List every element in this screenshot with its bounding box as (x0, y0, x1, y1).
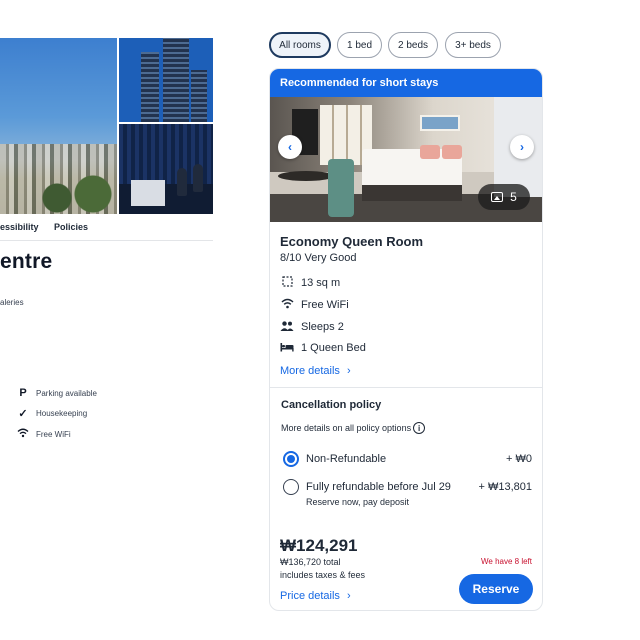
tower (191, 70, 207, 122)
feature-label: Sleeps 2 (301, 321, 344, 333)
people-icon (280, 320, 294, 334)
tower (163, 38, 189, 122)
amenity-parking: P Parking available (16, 386, 97, 400)
feature-bed: 1 Queen Bed (280, 340, 366, 356)
amenity-label: Housekeeping (36, 408, 88, 418)
filter-chip-1-bed[interactable]: 1 bed (337, 32, 382, 58)
tax-note: includes taxes & fees (280, 570, 366, 580)
room-table (278, 171, 334, 181)
amenity-label: Free WiFi (36, 429, 71, 439)
option-fully-refundable-note: Reserve now, pay deposit (306, 497, 410, 507)
floor-area-icon (280, 276, 294, 290)
feature-size: 13 sq m (280, 275, 340, 291)
photo-count: 5 (510, 190, 517, 204)
tower (141, 52, 159, 122)
person (177, 168, 187, 196)
cancellation-subtitle: More details on all policy options i (281, 422, 426, 434)
hotel-highlight-fragment: aleries (0, 298, 24, 307)
pillow (442, 145, 462, 159)
hotel-photo-towers[interactable] (119, 38, 213, 122)
housekeeping-check-icon: ✓ (18, 407, 28, 420)
hotel-photo-lobby[interactable] (119, 124, 213, 214)
hotel-photo-main[interactable] (0, 38, 117, 214)
amenity-housekeeping: ✓ Housekeeping (16, 406, 87, 420)
amenity-wifi: Free WiFi (16, 427, 71, 441)
tabs-divider (0, 240, 213, 241)
feature-label: 13 sq m (301, 277, 341, 289)
option-fully-refundable-price: + ₩13,801 (478, 481, 532, 493)
nightly-price: ₩124,291 (280, 536, 358, 555)
price-details-link[interactable]: Price details › (280, 590, 351, 602)
wifi-icon (16, 428, 30, 441)
chevron-right-icon: › (346, 365, 351, 377)
availability-badge: We have 8 left (481, 557, 532, 566)
photo-next-button[interactable]: › (510, 135, 534, 159)
photo-prev-button[interactable]: ‹ (278, 135, 302, 159)
hotel-title: entre (0, 250, 53, 273)
total-price: ₩136,720 total (280, 557, 341, 567)
gallery-icon (491, 192, 504, 202)
person (193, 164, 203, 192)
room-rating: 8/10 Very Good (280, 252, 357, 264)
feature-label: Free WiFi (301, 299, 349, 311)
pillow (420, 145, 440, 159)
room-chair (328, 159, 354, 217)
recommendation-banner: Recommended for short stays (270, 69, 542, 97)
feature-sleeps: Sleeps 2 (280, 319, 344, 335)
option-non-refundable-radio[interactable] (283, 451, 299, 467)
option-non-refundable-label[interactable]: Non-Refundable (306, 453, 386, 465)
cancellation-title: Cancellation policy (281, 399, 382, 411)
room-name: Economy Queen Room (280, 234, 424, 249)
chevron-right-icon: › (520, 140, 524, 154)
bed-base (362, 185, 462, 201)
filter-chip-3-plus-beds[interactable]: 3+ beds (445, 32, 501, 58)
more-details-label: More details (280, 365, 340, 377)
reserve-button[interactable]: Reserve (459, 574, 533, 604)
lobby-desk (131, 180, 165, 206)
filter-chip-2-beds[interactable]: 2 beds (388, 32, 438, 58)
filter-chip-all-rooms[interactable]: All rooms (269, 32, 331, 58)
chevron-right-icon: › (346, 590, 351, 602)
option-non-refundable-price: + ₩0 (506, 453, 532, 465)
wifi-icon (280, 298, 294, 312)
amenity-label: Parking available (36, 388, 97, 398)
room-photo[interactable]: ‹ › 5 (270, 97, 542, 222)
tab-policies[interactable]: Policies (54, 222, 88, 232)
option-fully-refundable-label[interactable]: Fully refundable before Jul 29 (306, 481, 451, 493)
room-artwork (420, 115, 460, 131)
tab-accessibility[interactable]: essibility (0, 222, 39, 232)
section-divider (270, 387, 542, 388)
option-fully-refundable-radio[interactable] (283, 479, 299, 495)
price-details-label: Price details (280, 590, 340, 602)
feature-wifi: Free WiFi (280, 297, 349, 313)
info-icon[interactable]: i (413, 422, 426, 434)
parking-icon: P (19, 387, 27, 399)
more-details-link[interactable]: More details › (280, 365, 351, 377)
bed-icon (280, 342, 294, 355)
trees (30, 174, 117, 214)
feature-label: 1 Queen Bed (301, 342, 366, 354)
room-card: Recommended for short stays ‹ › 5 Econom… (269, 68, 543, 611)
chevron-left-icon: ‹ (288, 140, 292, 154)
cancellation-subtitle-text: More details on all policy options (281, 423, 412, 433)
photo-gallery-button[interactable]: 5 (478, 184, 530, 210)
